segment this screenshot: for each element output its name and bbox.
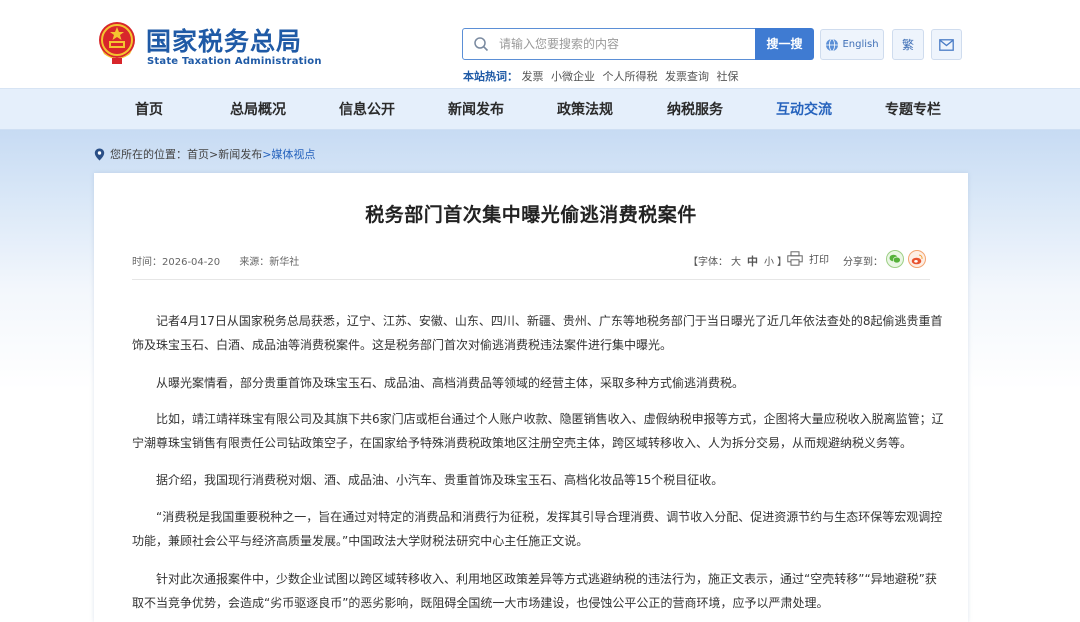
english-button[interactable]: English (820, 29, 884, 60)
english-label: English (842, 39, 879, 50)
traditional-chinese-button[interactable]: 繁 (892, 29, 924, 60)
breadcrumb-news[interactable]: >新闻发布 (209, 146, 262, 162)
wechat-share-button[interactable] (886, 250, 904, 268)
traditional-label: 繁 (901, 38, 914, 52)
nav-item-tax-service[interactable]: 纳税服务 (667, 89, 723, 131)
location-pin-icon (94, 148, 105, 160)
search-bar: 搜一搜 (462, 28, 814, 60)
search-icon (474, 37, 489, 52)
site-logo-title[interactable]: 国家税务总局 (146, 22, 302, 58)
wechat-icon (889, 254, 901, 264)
hot-words: 本站热词： 发票 小微企业 个人所得税 发票查询 社保 (463, 68, 743, 84)
mail-button[interactable] (931, 29, 962, 60)
article-meta: 时间：2026-04-20 来源：新华社 (132, 253, 315, 268)
article-paragraph: 记者4月17日从国家税务总局获悉，辽宁、江苏、安徽、山东、四川、新疆、贵州、广东… (132, 314, 943, 352)
breadcrumb-home[interactable]: 首页 (187, 146, 209, 162)
breadcrumb-media[interactable]: >媒体视点 (262, 146, 315, 162)
national-emblem-icon[interactable] (96, 20, 138, 66)
article-paragraph: 比如，靖江靖祥珠宝有限公司及其旗下共6家门店或柜台通过个人账户收款、隐匿销售收入… (132, 412, 944, 450)
hot-word-link[interactable]: 发票查询 (665, 70, 709, 83)
globe-icon (826, 38, 839, 51)
font-size-control: 【字体：大中小】 (688, 253, 787, 269)
nav-item-interaction[interactable]: 互动交流 (776, 89, 832, 131)
nav-item-news[interactable]: 新闻发布 (448, 89, 504, 131)
font-size-medium[interactable]: 中 (747, 255, 758, 268)
meta-divider (132, 279, 930, 280)
search-input[interactable] (499, 33, 749, 55)
hot-words-label: 本站热词： (463, 70, 518, 83)
hot-word-link[interactable]: 个人所得税 (603, 70, 658, 83)
font-size-small[interactable]: 小 (764, 257, 774, 268)
hot-word-link[interactable]: 发票 (522, 70, 544, 83)
share-label: 分享到： (843, 257, 883, 268)
breadcrumb: 您所在的位置： 首页 >新闻发布 >媒体视点 (94, 146, 315, 162)
weibo-share-button[interactable] (908, 250, 926, 268)
article-paragraph: 针对此次通报案件中，少数企业试图以跨区域转移收入、利用地区政策差异等方式逃避纳税… (132, 572, 937, 610)
hot-word-link[interactable]: 小微企业 (551, 70, 595, 83)
printer-icon (787, 251, 803, 266)
article-source: 来源：新华社 (239, 257, 300, 268)
site-header: 国家税务总局 State Taxation Administration 搜一搜… (0, 0, 1080, 88)
main-nav: 首页 总局概况 信息公开 新闻发布 政策法规 纳税服务 互动交流 专题专栏 (0, 88, 1080, 130)
article-paragraph: 据介绍，我国现行消费税对烟、酒、成品油、小汽车、贵重首饰及珠宝玉石、高档化妆品等… (156, 473, 724, 487)
search-button[interactable]: 搜一搜 (755, 28, 814, 60)
breadcrumb-prefix: 您所在的位置： (110, 148, 187, 161)
hot-word-link[interactable]: 社保 (717, 70, 739, 83)
mail-icon (939, 38, 954, 51)
weibo-icon (911, 254, 923, 264)
nav-item-info-disclosure[interactable]: 信息公开 (339, 89, 395, 131)
article-paragraph: “消费税是我国重要税种之一，旨在通过对特定的消费品和消费行为征税，发挥其引导合理… (132, 510, 943, 548)
font-size-prefix: 【字体： (688, 257, 728, 268)
nav-item-special-topics[interactable]: 专题专栏 (885, 89, 941, 131)
article-title: 税务部门首次集中曝光偷逃消费税案件 (365, 204, 697, 226)
nav-item-policy[interactable]: 政策法规 (557, 89, 613, 131)
print-button[interactable]: 打印 (787, 251, 829, 266)
nav-item-overview[interactable]: 总局概况 (230, 89, 286, 131)
article-time: 时间：2026-04-20 (132, 257, 221, 268)
article-card: 税务部门首次集中曝光偷逃消费税案件 时间：2026-04-20 来源：新华社 【… (94, 173, 968, 622)
site-logo-subtitle: State Taxation Administration (147, 56, 322, 67)
font-size-suffix: 】 (777, 257, 787, 268)
font-size-large[interactable]: 大 (731, 257, 741, 268)
print-label: 打印 (809, 255, 829, 266)
nav-item-home[interactable]: 首页 (135, 89, 163, 131)
article-paragraph: 从曝光案情看，部分贵重首饰及珠宝玉石、成品油、高档消费品等领域的经营主体，采取多… (156, 376, 745, 390)
